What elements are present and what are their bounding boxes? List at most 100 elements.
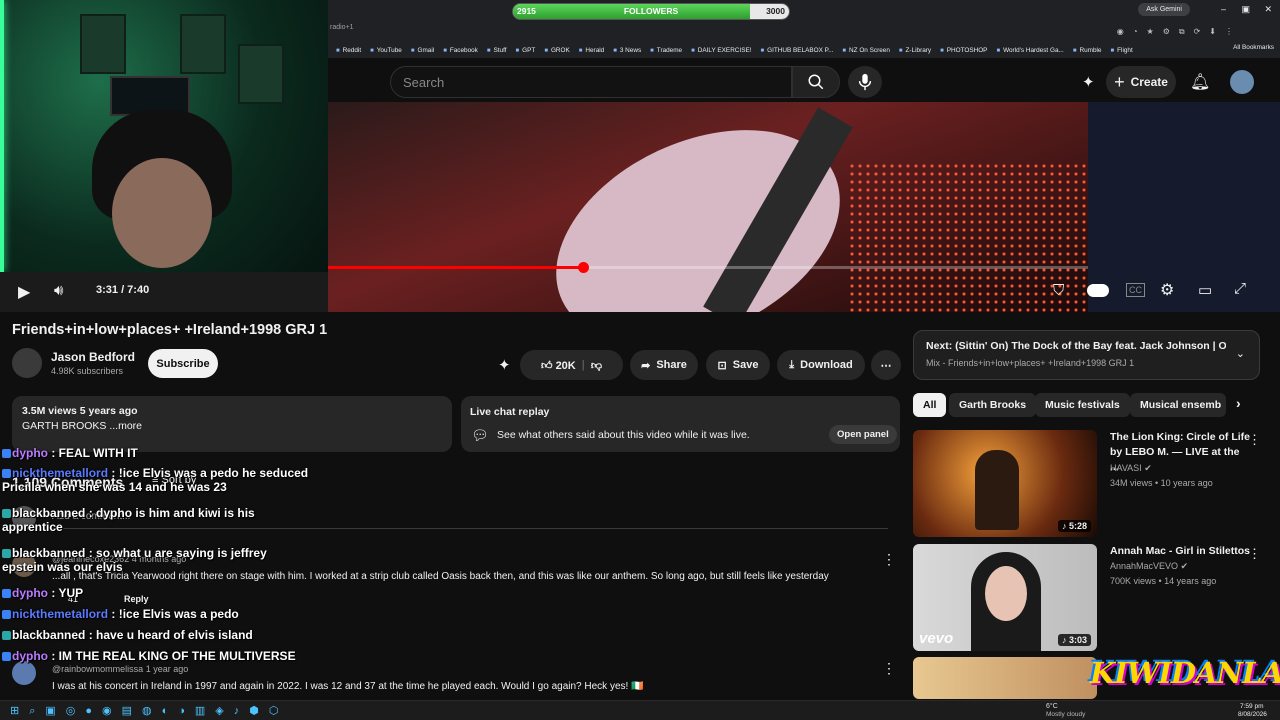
chip-music-festivals[interactable]: Music festivals	[1035, 393, 1130, 417]
shield-icon[interactable]: ⛉	[1053, 282, 1064, 299]
account-avatar[interactable]	[1230, 70, 1254, 94]
dislike-button[interactable]: 👎︎	[591, 359, 602, 372]
bookmark-item[interactable]: Facebook	[443, 47, 478, 54]
related-channel[interactable]: HAVASI ✔	[1110, 463, 1152, 474]
channel-label: AnnahMacVEVO	[1110, 561, 1179, 571]
chip-garth-brooks[interactable]: Garth Brooks	[949, 393, 1037, 417]
followers-max: 3000	[766, 6, 785, 16]
windows-taskbar: ⊞⌕▣◎●◉▤◍◐◑▥◈♪⬢⬡ 6°C Mostly cloudy 7:59 p…	[0, 700, 1280, 720]
bookmark-item[interactable]: DAILY EXERCISE!	[691, 47, 752, 54]
chat-badge-icon	[2, 509, 11, 518]
bookmark-item[interactable]: YouTube	[370, 47, 402, 54]
chat-badge-icon	[2, 610, 11, 619]
chat-message: blackbanned : so what u are saying is je…	[2, 546, 312, 574]
taskbar-app-icons[interactable]: ⊞⌕▣◎●◉▤◍◐◑▥◈♪⬢⬡	[10, 704, 288, 718]
chat-username: nickthemetallord	[12, 607, 109, 621]
description-box[interactable]: 3.5M views 5 years ago GARTH BROOKS ...m…	[12, 396, 452, 452]
download-button[interactable]: ⤓ Download	[777, 350, 865, 380]
bookmark-item[interactable]: Flight	[1111, 47, 1133, 54]
weather-temp[interactable]: 6°C	[1046, 703, 1058, 710]
save-button[interactable]: ⊡ Save	[706, 350, 770, 380]
related-menu-icon[interactable]: ⋮	[1248, 546, 1261, 562]
chevron-right-icon[interactable]: ›	[1236, 395, 1241, 411]
all-bookmarks-link[interactable]: All Bookmarks	[1233, 44, 1274, 51]
poster	[238, 44, 284, 104]
scrubber-handle[interactable]	[577, 262, 589, 273]
bookmark-item[interactable]: NZ On Screen	[842, 47, 890, 54]
comment-time: 1 year ago	[145, 664, 189, 674]
related-menu-icon[interactable]: ⋮	[1248, 432, 1261, 448]
search-button[interactable]	[792, 66, 840, 98]
minimize-icon[interactable]: –	[1221, 4, 1226, 14]
channel-name[interactable]: Jason Bedford	[51, 350, 135, 364]
fullscreen-icon[interactable]: ⤢	[1234, 280, 1246, 297]
bookmark-item[interactable]: World's Hardest Ga...	[996, 47, 1064, 54]
up-next-title: Next: (Sittin' On) The Dock of the Bay f…	[926, 340, 1226, 352]
comment-author[interactable]: @rainbowmommelissa	[52, 664, 143, 674]
video-player[interactable]	[328, 102, 1088, 312]
like-button[interactable]: 👍︎ 20K	[541, 359, 576, 372]
settings-gear-icon[interactable]: ⚙	[1160, 280, 1174, 300]
ai-sparkle-icon[interactable]: ✦	[1082, 73, 1095, 91]
voice-search-button[interactable]	[848, 66, 882, 98]
create-button[interactable]: + Create	[1106, 66, 1176, 98]
comment-menu-icon[interactable]: ⋮	[882, 551, 896, 568]
ai-sparkle-icon[interactable]: ✦	[498, 356, 511, 374]
bookmark-item[interactable]: Herald	[579, 47, 604, 54]
more-actions-button[interactable]: ⋯	[871, 350, 901, 380]
bookmark-item[interactable]: Trademe	[650, 47, 682, 54]
notifications-bell-icon[interactable]: 🔔︎	[1190, 72, 1210, 92]
related-title[interactable]: Annah Mac - Girl in Stilettos	[1110, 544, 1250, 559]
up-next-panel[interactable]: Next: (Sittin' On) The Dock of the Bay f…	[913, 330, 1260, 380]
channel-avatar[interactable]	[12, 348, 42, 378]
volume-icon[interactable]: 🔊︎	[54, 282, 63, 299]
close-icon[interactable]: ✕	[1264, 4, 1272, 15]
shorts-icon: ♪	[1061, 635, 1069, 645]
search-input[interactable]: Search	[390, 66, 792, 98]
duration-text: 5:28	[1068, 521, 1087, 531]
chat-username: dypho	[12, 586, 48, 600]
bookmark-item[interactable]: PHOTOSHOP	[940, 47, 988, 54]
chat-text: : !ice Elvis was a pedo	[111, 607, 239, 621]
bookmark-item[interactable]: Rumble	[1073, 47, 1101, 54]
maximize-icon[interactable]: ▣	[1241, 4, 1250, 15]
video-duration: ♪ 3:03	[1057, 634, 1091, 646]
bookmark-item[interactable]: GPT	[516, 47, 535, 54]
play-icon[interactable]: ▶	[18, 282, 30, 302]
live-chat-text: See what others said about this video wh…	[497, 429, 750, 441]
chevron-down-icon[interactable]: ⌄	[1236, 347, 1245, 360]
tab-title[interactable]: radio+1	[328, 24, 354, 31]
toolbar-icons[interactable]: ◉◔★⚙⧉⟳⬇⋮	[1117, 27, 1242, 37]
related-thumbnail[interactable]: vevo ♪ 3:03	[913, 544, 1097, 651]
bookmark-item[interactable]: Stuff	[487, 47, 507, 54]
chat-username: nickthemetallord	[12, 466, 109, 480]
bookmark-item[interactable]: GITHUB BELABOX P...	[761, 47, 833, 54]
chat-username: dypho	[12, 446, 48, 460]
related-thumbnail[interactable]: ♪ 5:28	[913, 430, 1097, 537]
autoplay-toggle[interactable]	[1087, 284, 1109, 297]
comment-menu-icon[interactable]: ⋮	[882, 660, 896, 677]
open-panel-button[interactable]: Open panel	[829, 425, 897, 444]
bookmark-item[interactable]: Gmail	[411, 47, 434, 54]
progress-bar[interactable]	[328, 262, 1088, 273]
related-meta: 700K views • 14 years ago	[1110, 576, 1217, 586]
chat-badge-icon	[2, 449, 11, 458]
clock-time[interactable]: 7:59 pm	[1240, 703, 1264, 710]
bookmark-item[interactable]: 3 News	[613, 47, 641, 54]
chip-musical-ensemble[interactable]: Musical ensemb	[1130, 393, 1226, 417]
performer-figure	[975, 450, 1019, 530]
chat-username: dypho	[12, 649, 48, 663]
related-thumbnail[interactable]	[913, 657, 1097, 699]
bookmark-item[interactable]: GROK	[544, 47, 570, 54]
ask-gemini-button[interactable]: Ask Gemini	[1138, 3, 1190, 16]
chat-message: nickthemetallord : !ice Elvis was a pedo	[2, 607, 332, 621]
related-channel[interactable]: AnnahMacVEVO ✔	[1110, 561, 1188, 572]
share-button[interactable]: ➦ Share	[630, 350, 698, 380]
bookmark-item[interactable]: Reddit	[336, 47, 361, 54]
streamer-face	[112, 158, 212, 268]
chip-all[interactable]: All	[913, 393, 947, 417]
theater-mode-icon[interactable]: ▭	[1198, 281, 1212, 299]
bookmark-item[interactable]: Z-Library	[899, 47, 932, 54]
subscribe-button[interactable]: Subscribe	[148, 349, 218, 378]
captions-icon[interactable]: CC	[1126, 283, 1145, 297]
